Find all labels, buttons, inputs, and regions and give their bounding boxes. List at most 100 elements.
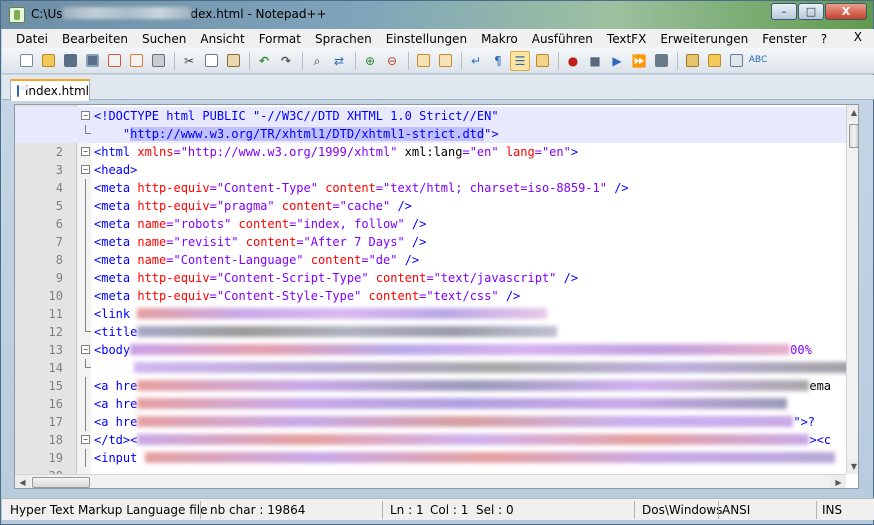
scroll-up-icon[interactable]: ▲ [847,105,858,120]
print-icon[interactable] [148,51,168,71]
tag: <head> [94,163,138,177]
redacted-code [137,416,794,427]
word-wrap-icon[interactable]: ↵ [466,51,486,71]
run-macro-multiple-icon[interactable]: ⏩ [629,51,649,71]
code-line[interactable]: 17 <a hre [15,395,846,429]
tag: <body [94,343,131,357]
code-line[interactable]: 20 <input [15,449,846,483]
status-divider [634,501,635,519]
sync-vertical-icon[interactable] [413,51,433,71]
notepadpp-app-icon[interactable] [9,7,25,23]
find-icon[interactable]: ⌕ [307,51,327,71]
redo-icon[interactable]: ↷ [276,51,296,71]
attribute: content [303,253,362,267]
plugin-icon-2[interactable] [704,51,724,71]
menu-help[interactable]: ? [813,32,833,46]
maximize-button[interactable]: □ [798,3,824,20]
code-line[interactable]: 3 − <html xmlns="http://www.w3.org/1999/… [15,143,846,177]
spell-check-icon[interactable]: ABC [748,51,768,71]
menu-textfx[interactable]: TextFX [599,32,652,46]
code-line[interactable]: 6 <meta http-equiv="pragma" content="cac… [15,197,846,231]
code-editor[interactable]: 1 − <!DOCTYPE html PUBLIC "-//W3C//DTD X… [14,104,859,489]
title-bar[interactable]: C:\Us dex.html - Notepad++ – □ X [1,1,873,29]
minimize-button[interactable]: – [771,3,797,20]
code-line[interactable]: 19 − </td>< ><c [15,431,846,465]
code-line[interactable]: 8 <meta name="revisit" content="After 7 … [15,233,846,267]
open-file-icon[interactable] [38,51,58,71]
code-line[interactable]: 18 <a hre ">? [15,413,846,447]
plugin-icon-3[interactable] [726,51,746,71]
code-line[interactable]: 4 − <head> [15,161,846,195]
menu-bearbeiten[interactable]: Bearbeiten [54,32,134,46]
fold-toggle-icon[interactable]: − [81,147,90,156]
code-line[interactable]: 15 ung [15,359,858,393]
user-defined-language-icon[interactable] [532,51,552,71]
close-all-icon[interactable] [126,51,146,71]
new-file-icon[interactable] [16,51,36,71]
code-line[interactable]: 14 − <body 00% [15,341,846,375]
tab-index-html[interactable]: index.html [10,79,90,101]
menu-suchen[interactable]: Suchen [134,32,192,46]
menu-ansicht[interactable]: Ansicht [192,32,250,46]
fold-line [85,179,86,197]
code-line[interactable]: 11 <meta http-equiv="Content-Style-Type"… [15,287,846,321]
cut-icon[interactable]: ✂ [179,51,199,71]
close-button[interactable]: X [825,3,867,20]
code-line[interactable]: 9 <meta name="Content-Language" content=… [15,251,846,285]
plugin-icon-1[interactable] [682,51,702,71]
vertical-scroll-thumb[interactable] [849,124,858,148]
save-macro-icon[interactable] [651,51,671,71]
replace-icon[interactable]: ⇄ [329,51,349,71]
menu-makro[interactable]: Makro [473,32,524,46]
code-line[interactable]: 5 <meta http-equiv="Content-Type" conten… [15,179,846,213]
fold-toggle-icon[interactable]: − [81,435,90,444]
sync-horizontal-icon[interactable] [435,51,455,71]
redacted-code [137,434,810,445]
menu-fenster[interactable]: Fenster [754,32,813,46]
save-all-icon[interactable] [82,51,102,71]
record-macro-icon[interactable]: ● [563,51,583,71]
code-line[interactable]: 7 <meta name="robots" content="index, fo… [15,215,846,249]
code-line[interactable]: 12 <link [15,305,846,339]
zoom-in-icon[interactable]: ⊕ [360,51,380,71]
scroll-down-icon[interactable]: ▼ [847,459,858,474]
code-line[interactable]: 16 <a hre ema [15,377,846,411]
menu-einstellungen[interactable]: Einstellungen [378,32,473,46]
menu-ausfuehren[interactable]: Ausführen [524,32,599,46]
horizontal-scrollbar[interactable]: ◀ ▶ [15,474,846,488]
scroll-left-icon[interactable]: ◀ [15,475,30,488]
toolbar-separator [302,51,303,70]
code-line[interactable]: 1 − <!DOCTYPE html PUBLIC "-//W3C//DTD X… [15,107,846,141]
value: ="index, follow" [289,217,405,231]
show-all-chars-icon[interactable]: ¶ [488,51,508,71]
paste-icon[interactable] [223,51,243,71]
copy-icon[interactable] [201,51,221,71]
menu-sprachen[interactable]: Sprachen [307,32,378,46]
redacted-code [137,308,548,319]
window-title-prefix: C:\Us [31,7,63,21]
menu-erweiterungen[interactable]: Erweiterungen [652,32,754,46]
code-line[interactable]: 2 "http://www.w3.org/TR/xhtml1/DTD/xhtml… [15,125,846,159]
horizontal-scroll-thumb[interactable] [32,477,90,488]
code-line[interactable]: 13 <title [15,323,846,357]
scroll-right-icon[interactable]: ▶ [831,475,846,488]
code-line[interactable]: 10 <meta http-equiv="Content-Script-Type… [15,269,846,303]
fold-toggle-icon[interactable]: − [81,165,90,174]
menu-datei[interactable]: Datei [8,32,54,46]
vertical-scrollbar[interactable]: ▲ ▼ [846,105,858,474]
close-file-icon[interactable] [104,51,124,71]
stop-macro-icon[interactable]: ■ [585,51,605,71]
fold-toggle-icon[interactable]: − [81,111,90,120]
undo-icon[interactable]: ↶ [254,51,274,71]
fold-toggle-icon[interactable]: − [81,345,90,354]
zoom-out-icon[interactable]: ⊖ [382,51,402,71]
play-macro-icon[interactable]: ▶ [607,51,627,71]
indent-guide-icon[interactable]: ☰ [510,50,530,71]
attribute: lang [498,145,535,159]
menu-format[interactable]: Format [251,32,307,46]
close-document-button[interactable]: X [854,30,862,44]
attribute: content [368,271,427,285]
fold-line [85,233,86,251]
status-insert-mode: INS [822,503,843,517]
save-icon[interactable] [60,51,80,71]
